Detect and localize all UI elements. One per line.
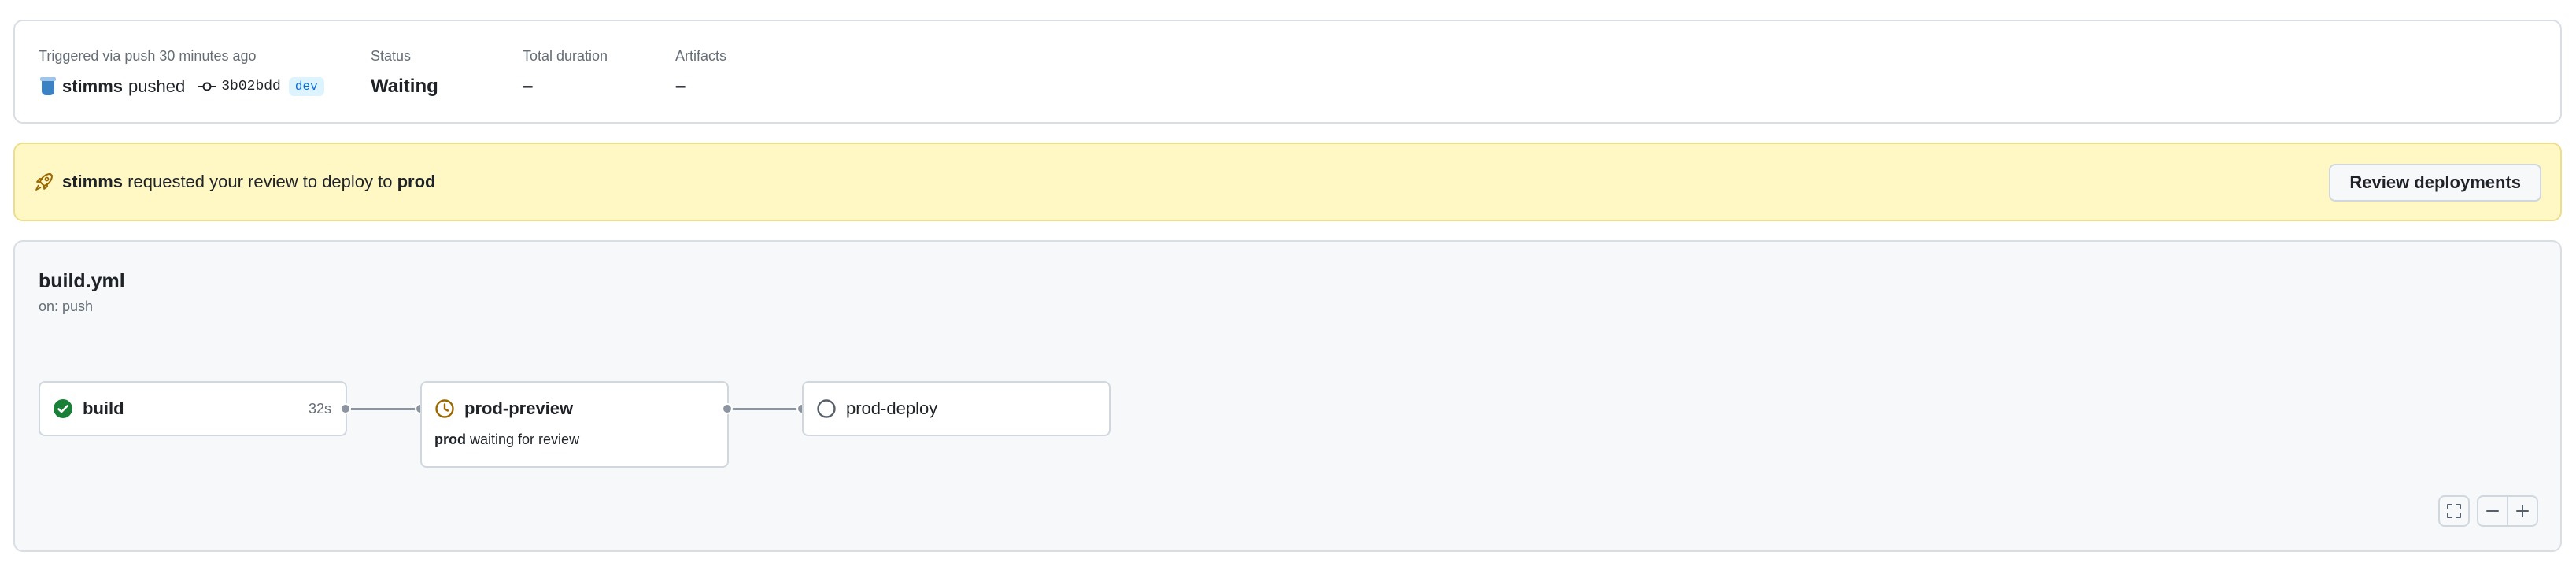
workflow-file-name[interactable]: build.yml	[39, 270, 125, 293]
avatar[interactable]	[39, 76, 57, 97]
job-duration: 32s	[308, 401, 331, 417]
fullscreen-button[interactable]	[2438, 495, 2470, 527]
workflow-graph-panel: build.yml on: push build 32s prod-previe…	[13, 240, 2562, 552]
review-deployments-button[interactable]: Review deployments	[2329, 164, 2541, 202]
git-commit-icon	[198, 82, 216, 91]
branch-badge[interactable]: dev	[288, 77, 324, 96]
requester-user[interactable]: stimms	[62, 172, 123, 192]
job-name: prod-deploy	[846, 398, 938, 418]
trigger-section: Triggered via push 30 minutes ago stimms…	[39, 48, 324, 98]
job-waiting-note: prod waiting for review	[434, 431, 579, 448]
trigger-label: Triggered via push 30 minutes ago	[39, 48, 257, 64]
commit-sha-link[interactable]: 3b02bdd	[221, 79, 281, 94]
minus-icon	[2486, 510, 2499, 512]
environment-name: prod	[397, 172, 436, 191]
job-name: prod-preview	[464, 398, 574, 418]
check-circle-icon	[54, 399, 72, 418]
artifacts-section: Artifacts –	[675, 48, 726, 98]
push-user-link[interactable]: stimms	[62, 76, 123, 97]
push-action-text: pushed	[128, 76, 186, 96]
run-summary-card: Triggered via push 30 minutes ago stimms…	[13, 20, 2562, 124]
rocket-icon	[35, 173, 53, 191]
artifacts-value: –	[675, 76, 686, 97]
job-note: waiting for review	[470, 431, 580, 447]
connector-dot	[722, 403, 733, 414]
duration-label: Total duration	[523, 48, 608, 64]
status-section: Status Waiting	[371, 48, 438, 98]
duration-section: Total duration –	[523, 48, 608, 98]
job-connector	[727, 408, 803, 410]
plus-icon	[2516, 505, 2529, 517]
job-card-prod-deploy[interactable]: prod-deploy	[802, 381, 1111, 436]
review-request-message: stimms requested your review to deploy t…	[34, 172, 436, 192]
zoom-in-button[interactable]	[2507, 495, 2538, 527]
fullscreen-icon	[2447, 504, 2461, 518]
push-info: stimms pushed 3b02bdd dev	[39, 75, 324, 98]
duration-value: –	[523, 76, 534, 97]
connector-dot	[340, 403, 351, 414]
artifacts-label: Artifacts	[675, 48, 727, 64]
job-card-build[interactable]: build 32s	[39, 381, 347, 436]
job-connector	[346, 408, 421, 410]
job-environment: prod	[434, 431, 466, 447]
zoom-out-button[interactable]	[2477, 495, 2508, 527]
status-value: Waiting	[371, 76, 438, 97]
clock-icon	[435, 399, 454, 418]
review-request-banner: stimms requested your review to deploy t…	[13, 143, 2562, 221]
circle-icon	[817, 399, 836, 418]
status-label: Status	[371, 48, 412, 64]
workflow-trigger: on: push	[39, 298, 94, 314]
job-card-prod-preview[interactable]: prod-preview prod waiting for review	[420, 381, 729, 468]
job-name: build	[83, 398, 124, 418]
review-request-text: requested your review to deploy to	[128, 172, 393, 191]
